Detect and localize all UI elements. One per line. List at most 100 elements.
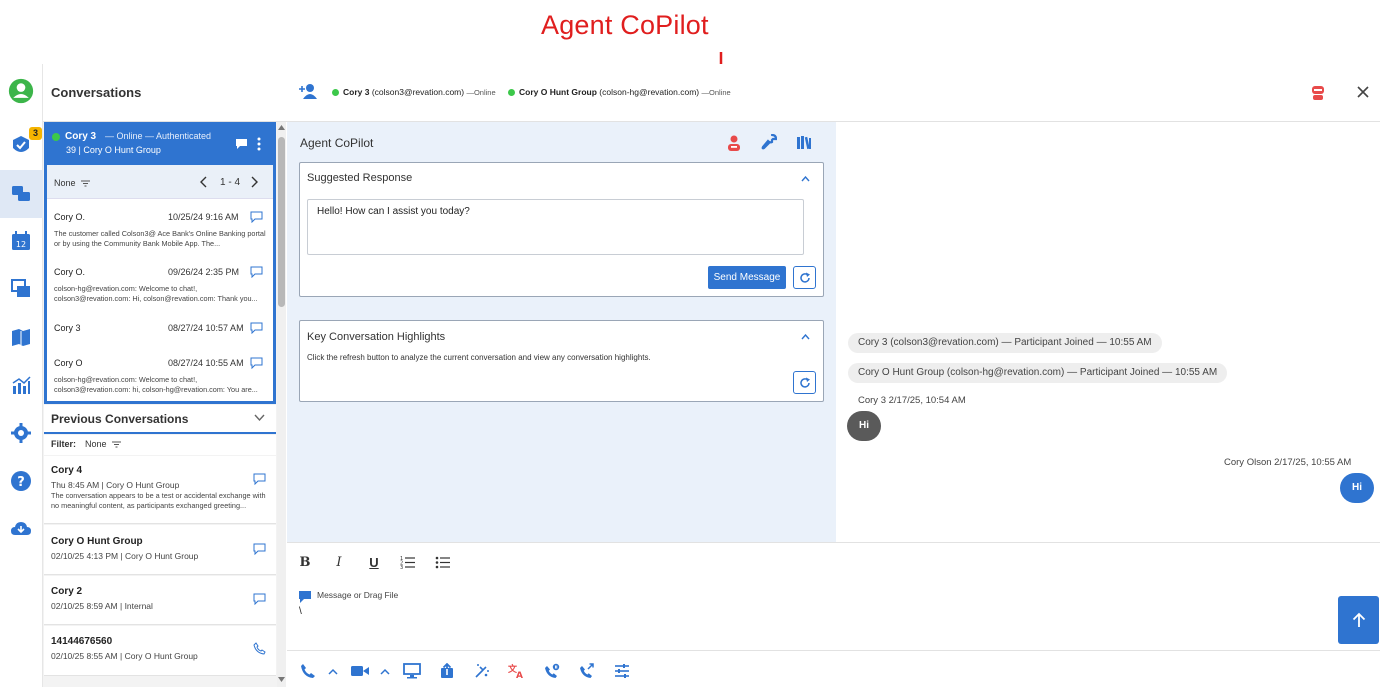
chevron-up-icon[interactable] (801, 176, 810, 182)
participant-name: Cory 3 (343, 87, 370, 97)
message-input-placeholder[interactable]: Message or Drag File (317, 590, 398, 600)
svg-text:?: ? (17, 475, 25, 490)
help-icon[interactable]: ? (8, 468, 34, 494)
more-options-icon[interactable] (256, 137, 262, 151)
online-status-dot (332, 88, 339, 96)
previous-conversation-item[interactable]: Cory 4 Thu 8:45 AM | Cory O Hunt Group T… (44, 456, 276, 524)
bold-button[interactable]: B (296, 555, 314, 571)
previous-conversations-title: Previous Conversations (51, 412, 189, 426)
video-camera-icon (351, 666, 369, 676)
monitor-icon (403, 663, 421, 679)
transfer-button[interactable] (473, 662, 491, 680)
italic-button[interactable]: I (330, 555, 348, 571)
chevron-right-icon[interactable] (250, 176, 259, 188)
active-conversation-subtitle: 39 | Cory O Hunt Group (66, 145, 161, 155)
message-date: 10/25/24 9:16 AM (168, 212, 239, 222)
suggested-response-text[interactable]: Hello! How can I assist you today? (307, 199, 804, 255)
previous-conversation-item[interactable]: Cory 2 02/10/25 8:59 AM | Internal (44, 576, 276, 625)
copilot-agent-icon[interactable] (725, 134, 743, 152)
send-message-button[interactable]: Send Message (708, 266, 786, 289)
scroll-up-icon[interactable] (278, 125, 285, 130)
conversation-filter[interactable]: None (54, 178, 91, 188)
refresh-highlights-button[interactable] (793, 371, 816, 394)
chevron-up-icon[interactable] (801, 334, 810, 340)
settings-gear-icon[interactable] (8, 420, 34, 446)
chat-bubble-icon (250, 266, 263, 278)
message-list-item[interactable]: Cory 3 08/27/24 10:57 AM (47, 316, 273, 351)
message-author: Cory O (54, 358, 83, 368)
previous-conversation-item[interactable]: 14144676560 02/10/25 8:55 AM | Cory O Hu… (44, 626, 276, 676)
phone-icon (253, 642, 266, 655)
participant-cory3: Cory 3 (colson3@revation.com) —Online (332, 87, 496, 97)
add-participant-icon[interactable] (299, 83, 317, 99)
upload-icon (441, 663, 453, 678)
chevron-up-icon[interactable] (376, 662, 394, 680)
tune-settings-button[interactable] (613, 662, 631, 680)
phone-pause-icon (545, 663, 560, 678)
video-call-button[interactable] (351, 662, 369, 680)
composer-divider (287, 650, 1380, 651)
wrench-icon[interactable] (761, 134, 777, 150)
scrollbar-thumb[interactable] (278, 137, 285, 307)
participant-email: (colson-hg@revation.com) (599, 87, 700, 97)
phone-call-button[interactable] (299, 662, 317, 680)
previous-conversation-name: Cory O Hunt Group (51, 536, 143, 547)
conversations-icon[interactable] (8, 181, 34, 207)
message-list-item[interactable]: Cory O 08/27/24 10:55 AM colson-hg@revat… (47, 351, 273, 401)
chevron-left-icon[interactable] (199, 176, 208, 188)
translate-button[interactable]: 文A (508, 662, 526, 680)
incoming-message-meta: Cory 3 2/17/25, 10:54 AM (858, 395, 966, 406)
refresh-icon (799, 272, 810, 283)
calendar-icon[interactable]: 12 (8, 228, 34, 254)
send-button[interactable] (1338, 596, 1379, 644)
message-date: 08/27/24 10:55 AM (168, 358, 244, 368)
previous-conversation-name: Cory 2 (51, 586, 83, 597)
cloud-download-icon[interactable] (8, 516, 34, 542)
chevron-up-icon[interactable] (324, 662, 342, 680)
numbered-list-button[interactable]: 123 (400, 555, 418, 571)
screens-icon[interactable] (8, 276, 34, 302)
previous-conversation-meta: 02/10/25 8:55 AM | Cory O Hunt Group (51, 651, 198, 661)
screen-share-button[interactable] (403, 662, 421, 680)
call-forward-button[interactable] (578, 662, 596, 680)
knowledge-book-icon[interactable] (8, 324, 34, 350)
previous-filter[interactable]: None (85, 439, 122, 449)
copilot-robot-icon[interactable] (1310, 83, 1326, 101)
analytics-icon[interactable] (8, 372, 34, 398)
chat-bubble-icon (250, 357, 263, 369)
chevron-down-icon[interactable] (254, 414, 265, 422)
chat-bubble-icon (253, 593, 266, 605)
system-message: Cory 3 (colson3@revation.com) — Particip… (848, 333, 1162, 353)
avatar-icon[interactable] (8, 78, 34, 104)
key-highlights-title: Key Conversation Highlights (307, 331, 446, 343)
svg-text:3: 3 (400, 565, 403, 569)
bullet-list-icon (435, 556, 450, 569)
message-author: Cory 3 (54, 323, 81, 333)
message-date: 09/26/24 2:35 PM (168, 267, 240, 277)
suggested-response-title: Suggested Response (307, 172, 413, 184)
refresh-suggestion-button[interactable] (793, 266, 816, 289)
message-author: Cory O. (54, 267, 86, 277)
scroll-down-icon[interactable] (278, 677, 285, 682)
underline-button[interactable]: U (365, 555, 383, 571)
conversations-title: Conversations (51, 85, 142, 100)
incoming-message-bubble: Hi (847, 411, 881, 441)
phone-forward-icon (580, 663, 594, 678)
previous-filter-value: None (85, 439, 107, 449)
close-icon[interactable] (1357, 86, 1369, 98)
chat-bubble-icon (250, 211, 263, 223)
message-list-item[interactable]: Cory O. 10/25/24 9:16 AM The customer ca… (47, 205, 273, 260)
call-settings-button[interactable] (543, 662, 561, 680)
phone-icon (301, 664, 315, 678)
message-input[interactable]: \ (299, 606, 302, 617)
chat-bubble-icon[interactable] (235, 138, 248, 150)
previous-conversation-name: 14144676560 (51, 636, 113, 647)
conversation-filter-value: None (54, 178, 76, 188)
participant-hunt-group: Cory O Hunt Group (colson-hg@revation.co… (508, 87, 731, 97)
refresh-icon (799, 377, 810, 388)
message-list-item[interactable]: Cory O. 09/26/24 2:35 PM colson-hg@revat… (47, 260, 273, 315)
bullet-list-button[interactable] (435, 555, 453, 571)
library-books-icon[interactable] (796, 134, 812, 150)
previous-conversation-item[interactable]: Cory O Hunt Group 02/10/25 4:13 PM | Cor… (44, 525, 276, 575)
file-upload-button[interactable] (438, 662, 456, 680)
